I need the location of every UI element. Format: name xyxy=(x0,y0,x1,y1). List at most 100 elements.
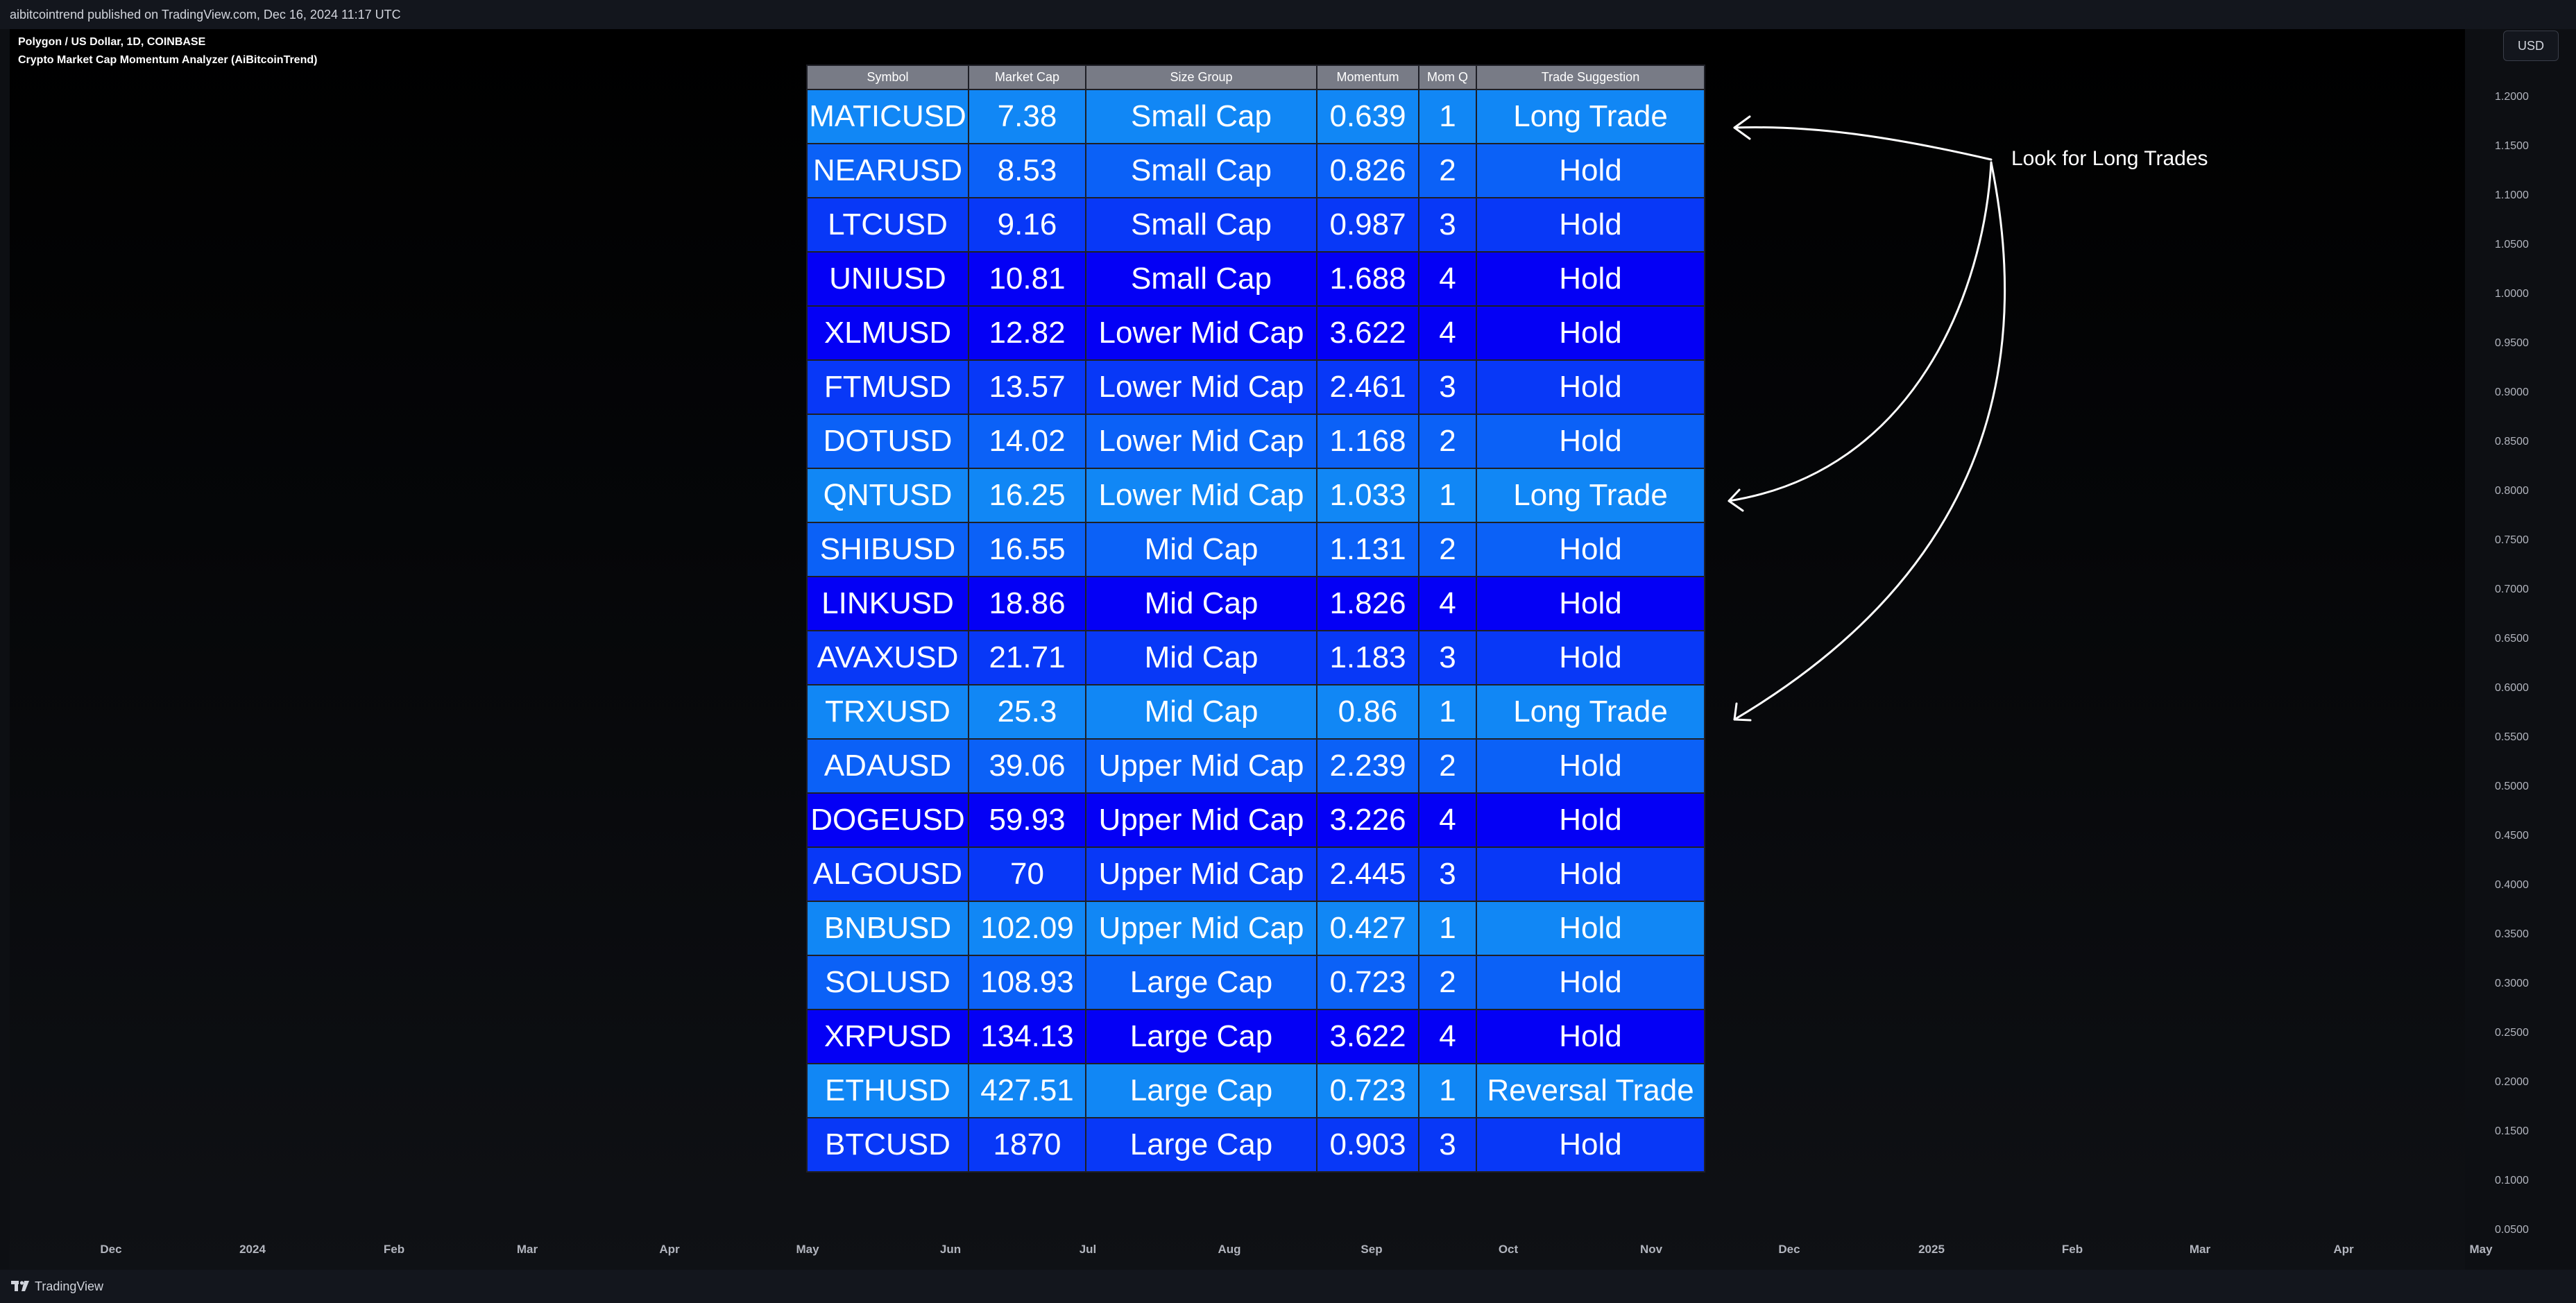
time-tick-label: Feb xyxy=(2061,1243,2083,1256)
cell-momentum: 1.688 xyxy=(1316,251,1419,307)
cell-momentum: 0.639 xyxy=(1316,89,1419,144)
cell-trade-suggestion: Hold xyxy=(1476,792,1705,848)
cell-size-group: Large Cap xyxy=(1085,1117,1317,1173)
cell-mom-q: 2 xyxy=(1418,143,1477,198)
price-tick-label: 0.5000 xyxy=(2495,781,2529,792)
cell-symbol: BTCUSD xyxy=(806,1117,969,1173)
symbol-legend[interactable]: Polygon / US Dollar, 1D, COINBASE xyxy=(18,36,205,49)
cell-trade-suggestion: Hold xyxy=(1476,251,1705,307)
cell-trade-suggestion: Hold xyxy=(1476,197,1705,253)
cell-trade-suggestion: Hold xyxy=(1476,955,1705,1010)
cell-size-group: Upper Mid Cap xyxy=(1085,901,1317,956)
cell-trade-suggestion: Hold xyxy=(1476,1117,1705,1173)
cell-trade-suggestion: Hold xyxy=(1476,738,1705,794)
cell-mom-q: 1 xyxy=(1418,684,1477,740)
cell-momentum: 1.033 xyxy=(1316,468,1419,523)
cell-market-cap: 16.25 xyxy=(968,468,1086,523)
cell-symbol: XLMUSD xyxy=(806,305,969,361)
cell-size-group: Lower Mid Cap xyxy=(1085,359,1317,415)
cell-market-cap: 12.82 xyxy=(968,305,1086,361)
price-tick-label: 0.0500 xyxy=(2495,1224,2529,1236)
table-row: ADAUSD 39.06 Upper Mid Cap 2.239 2 Hold xyxy=(806,738,1705,794)
cell-size-group: Upper Mid Cap xyxy=(1085,738,1317,794)
cell-symbol: AVAXUSD xyxy=(806,630,969,685)
time-tick-label: 2025 xyxy=(1918,1243,1945,1256)
table-row: SOLUSD 108.93 Large Cap 0.723 2 Hold xyxy=(806,955,1705,1010)
cell-symbol: BNBUSD xyxy=(806,901,969,956)
cell-trade-suggestion: Long Trade xyxy=(1476,684,1705,740)
cell-mom-q: 3 xyxy=(1418,359,1477,415)
cell-symbol: ALGOUSD xyxy=(806,846,969,902)
cell-market-cap: 21.71 xyxy=(968,630,1086,685)
table-header-row: Symbol Market Cap Size Group Momentum Mo… xyxy=(806,65,1705,90)
tradingview-logo-icon xyxy=(11,1281,29,1291)
annotation-label: Look for Long Trades xyxy=(2011,147,2208,170)
table-body: MATICUSD 7.38 Small Cap 0.639 1 Long Trade NEA… xyxy=(806,89,1705,1173)
table-row: MATICUSD 7.38 Small Cap 0.639 1 Long Trade xyxy=(806,89,1705,144)
time-tick-label: Mar xyxy=(2189,1243,2211,1256)
column-header-symbol: Symbol xyxy=(806,65,969,90)
time-tick-label: Mar xyxy=(516,1243,538,1256)
price-tick-label: 0.7000 xyxy=(2495,584,2529,595)
cell-market-cap: 14.02 xyxy=(968,414,1086,469)
cell-symbol: LTCUSD xyxy=(806,197,969,253)
currency-badge[interactable]: USD xyxy=(2503,31,2559,61)
cell-momentum: 0.826 xyxy=(1316,143,1419,198)
cell-momentum: 3.622 xyxy=(1316,305,1419,361)
price-tick-label: 0.4000 xyxy=(2495,879,2529,891)
cell-size-group: Large Cap xyxy=(1085,955,1317,1010)
price-tick-label: 1.1000 xyxy=(2495,189,2529,201)
cell-momentum: 2.461 xyxy=(1316,359,1419,415)
published-text: aibitcointrend published on TradingView.… xyxy=(10,8,401,22)
cell-size-group: Mid Cap xyxy=(1085,522,1317,577)
price-tick-label: 0.5500 xyxy=(2495,731,2529,743)
price-tick-label: 0.9500 xyxy=(2495,337,2529,349)
table-row: DOTUSD 14.02 Lower Mid Cap 1.168 2 Hold xyxy=(806,414,1705,469)
table-row: ALGOUSD 70 Upper Mid Cap 2.445 3 Hold xyxy=(806,846,1705,902)
price-tick-label: 0.3500 xyxy=(2495,928,2529,940)
cell-symbol: SHIBUSD xyxy=(806,522,969,577)
cell-mom-q: 2 xyxy=(1418,955,1477,1010)
cell-size-group: Lower Mid Cap xyxy=(1085,468,1317,523)
cell-trade-suggestion: Hold xyxy=(1476,305,1705,361)
cell-size-group: Upper Mid Cap xyxy=(1085,792,1317,848)
cell-market-cap: 134.13 xyxy=(968,1009,1086,1064)
cell-mom-q: 3 xyxy=(1418,630,1477,685)
time-tick-label: Dec xyxy=(100,1243,122,1256)
cell-mom-q: 1 xyxy=(1418,89,1477,144)
time-tick-label: Apr xyxy=(659,1243,680,1256)
price-tick-label: 0.6500 xyxy=(2495,633,2529,645)
column-header-market-cap: Market Cap xyxy=(968,65,1086,90)
indicator-legend[interactable]: Crypto Market Cap Momentum Analyzer (AiB… xyxy=(18,54,317,67)
cell-symbol: DOTUSD xyxy=(806,414,969,469)
column-header-mom-q: Mom Q xyxy=(1418,65,1477,90)
footer-brand[interactable]: TradingView xyxy=(35,1270,103,1303)
cell-trade-suggestion: Long Trade xyxy=(1476,468,1705,523)
price-tick-label: 0.8500 xyxy=(2495,436,2529,448)
cell-symbol: LINKUSD xyxy=(806,576,969,631)
cell-trade-suggestion: Hold xyxy=(1476,143,1705,198)
price-tick-label: 0.2500 xyxy=(2495,1027,2529,1039)
time-tick-label: 2024 xyxy=(239,1243,266,1256)
price-tick-label: 0.6000 xyxy=(2495,682,2529,694)
cell-size-group: Small Cap xyxy=(1085,251,1317,307)
cell-symbol: NEARUSD xyxy=(806,143,969,198)
cell-market-cap: 70 xyxy=(968,846,1086,902)
time-tick-label: May xyxy=(796,1243,819,1256)
cell-momentum: 0.427 xyxy=(1316,901,1419,956)
cell-symbol: TRXUSD xyxy=(806,684,969,740)
table-row: DOGEUSD 59.93 Upper Mid Cap 3.226 4 Hold xyxy=(806,792,1705,848)
table-row: XRPUSD 134.13 Large Cap 3.622 4 Hold xyxy=(806,1009,1705,1064)
cell-size-group: Small Cap xyxy=(1085,197,1317,253)
time-tick-label: Jun xyxy=(939,1243,962,1256)
time-tick-label: Nov xyxy=(1639,1243,1663,1256)
cell-symbol: MATICUSD xyxy=(806,89,969,144)
cell-market-cap: 59.93 xyxy=(968,792,1086,848)
cell-size-group: Lower Mid Cap xyxy=(1085,414,1317,469)
cell-mom-q: 3 xyxy=(1418,197,1477,253)
time-tick-label: Dec xyxy=(1778,1243,1800,1256)
cell-momentum: 1.168 xyxy=(1316,414,1419,469)
table-row: QNTUSD 16.25 Lower Mid Cap 1.033 1 Long Trade xyxy=(806,468,1705,523)
cell-mom-q: 2 xyxy=(1418,414,1477,469)
table-row: SHIBUSD 16.55 Mid Cap 1.131 2 Hold xyxy=(806,522,1705,577)
